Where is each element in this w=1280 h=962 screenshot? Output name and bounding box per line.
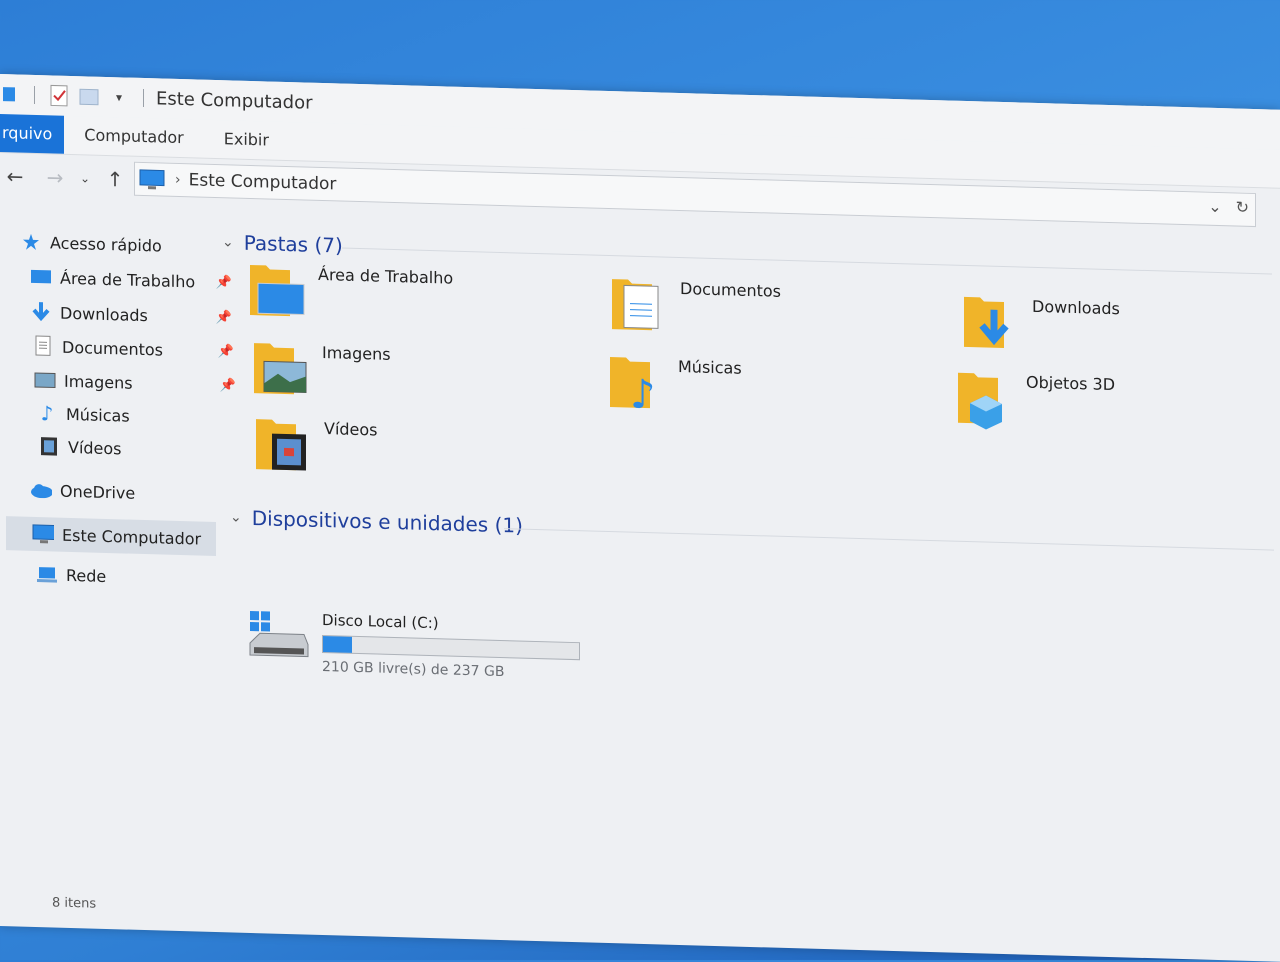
quick-access-toolbar: ▾ bbox=[0, 83, 148, 109]
sidebar-item-label: Imagens bbox=[64, 371, 133, 393]
sidebar-item-desktop[interactable]: Área de Trabalho 📌 bbox=[30, 260, 246, 300]
folders-group-header[interactable]: ⌄ Pastas (7) bbox=[222, 230, 343, 258]
folder-label: Objetos 3D bbox=[1026, 372, 1116, 395]
tab-file[interactable]: rquivo bbox=[0, 114, 65, 154]
folder-music[interactable]: ♪ Músicas bbox=[608, 351, 742, 418]
music-icon: ♪ bbox=[40, 401, 54, 426]
folder-label: Imagens bbox=[322, 342, 391, 364]
computer-icon[interactable] bbox=[0, 83, 20, 106]
music-folder-icon: ♪ bbox=[608, 351, 666, 418]
divider bbox=[34, 85, 35, 104]
breadcrumb-separator-icon[interactable]: › bbox=[175, 172, 181, 188]
sidebar-item-label: Área de Trabalho bbox=[60, 268, 196, 291]
desktop-folder-icon bbox=[248, 259, 306, 323]
drive-free-space: 210 GB livre(s) de 237 GB bbox=[322, 658, 505, 681]
sidebar-item-network[interactable]: Rede bbox=[36, 557, 252, 597]
document-icon bbox=[32, 335, 54, 358]
folder-videos[interactable]: Vídeos bbox=[254, 413, 378, 478]
sidebar-item-label: Acesso rápido bbox=[50, 232, 162, 256]
refresh-icon[interactable]: ↻ bbox=[1236, 198, 1249, 217]
folder-label: Área de Trabalho bbox=[318, 264, 454, 288]
hard-drive-icon bbox=[248, 609, 310, 667]
documents-folder-icon bbox=[610, 273, 668, 337]
window-title: Este Computador bbox=[156, 87, 313, 114]
address-dropdown-icon[interactable]: ⌄ bbox=[1208, 197, 1221, 216]
explorer-window: ▾ Este Computador rquivo Computador Exib… bbox=[0, 74, 1280, 962]
divider bbox=[504, 528, 1274, 551]
sidebar-item-label: Rede bbox=[66, 565, 107, 586]
folder-label: Músicas bbox=[678, 356, 742, 378]
forward-arrow-icon[interactable]: → bbox=[40, 165, 70, 190]
sidebar-item-label: Este Computador bbox=[62, 525, 202, 549]
folder-desktop[interactable]: Área de Trabalho bbox=[248, 259, 453, 327]
drive-usage-bar bbox=[322, 634, 580, 661]
content-pane: ⌄ Pastas (7) Área de Trabalho Documentos… bbox=[222, 230, 1280, 940]
group-title: Dispositivos e unidades (1) bbox=[251, 506, 523, 538]
devices-group-header[interactable]: ⌄ Dispositivos e unidades (1) bbox=[230, 505, 523, 538]
breadcrumb[interactable]: Este Computador bbox=[189, 170, 337, 194]
star-icon bbox=[20, 231, 42, 254]
tab-computer[interactable]: Computador bbox=[64, 116, 203, 158]
status-bar-item-count: 8 itens bbox=[52, 895, 97, 912]
folder-pictures[interactable]: Imagens bbox=[252, 337, 391, 403]
cloud-icon bbox=[30, 479, 52, 502]
videos-folder-icon bbox=[254, 413, 312, 477]
properties-icon[interactable] bbox=[49, 84, 69, 107]
chevron-down-icon: ⌄ bbox=[222, 234, 234, 251]
desktop-icon bbox=[30, 266, 52, 289]
downloads-folder-icon bbox=[962, 291, 1020, 355]
up-arrow-icon[interactable]: ↑ bbox=[100, 167, 130, 192]
back-arrow-icon[interactable]: ← bbox=[0, 164, 30, 189]
divider bbox=[143, 88, 144, 108]
drive-name: Disco Local (C:) bbox=[322, 610, 439, 633]
customize-dropdown-icon[interactable]: ▾ bbox=[109, 86, 129, 109]
folder-3d-objects[interactable]: Objetos 3D bbox=[956, 367, 1115, 433]
folder-label: Downloads bbox=[1032, 296, 1120, 319]
sidebar-item-label: Documentos bbox=[62, 337, 164, 360]
folder-label: Documentos bbox=[680, 278, 782, 301]
image-icon bbox=[34, 369, 56, 392]
sidebar-item-label: Músicas bbox=[66, 404, 130, 426]
computer-icon bbox=[32, 523, 54, 546]
tab-view[interactable]: Exibir bbox=[204, 120, 289, 160]
drive-usage-fill bbox=[323, 636, 353, 653]
divider bbox=[342, 247, 1272, 275]
svg-text:♪: ♪ bbox=[630, 372, 656, 415]
sidebar-item-quick-access[interactable]: Acesso rápido bbox=[20, 225, 236, 265]
drive-info: Disco Local (C:) 210 GB livre(s) de 237 … bbox=[322, 611, 580, 682]
group-title: Pastas (7) bbox=[243, 230, 343, 258]
folder-label: Vídeos bbox=[324, 419, 378, 440]
network-icon bbox=[36, 563, 58, 586]
chevron-down-icon: ⌄ bbox=[230, 509, 242, 526]
recent-locations-chevron-icon[interactable]: ⌄ bbox=[70, 171, 100, 186]
computer-icon bbox=[139, 168, 165, 191]
sidebar-item-this-pc[interactable]: Este Computador bbox=[6, 516, 216, 557]
folder-downloads[interactable]: Downloads bbox=[962, 291, 1120, 357]
3d-objects-folder-icon bbox=[956, 367, 1014, 431]
download-icon bbox=[30, 301, 52, 324]
drive-local-c[interactable]: Disco Local (C:) 210 GB livre(s) de 237 … bbox=[248, 609, 580, 682]
video-icon bbox=[38, 435, 60, 458]
sidebar-item-label: Downloads bbox=[60, 303, 148, 325]
sidebar-item-label: Vídeos bbox=[68, 437, 122, 458]
sidebar-item-onedrive[interactable]: OneDrive bbox=[30, 473, 246, 513]
folder-documents[interactable]: Documentos bbox=[610, 273, 781, 340]
sidebar-item-label: OneDrive bbox=[60, 481, 136, 503]
new-folder-icon[interactable] bbox=[79, 85, 99, 108]
pictures-folder-icon bbox=[252, 337, 310, 401]
navigation-pane: Acesso rápido Área de Trabalho 📌 Downloa… bbox=[0, 224, 236, 585]
